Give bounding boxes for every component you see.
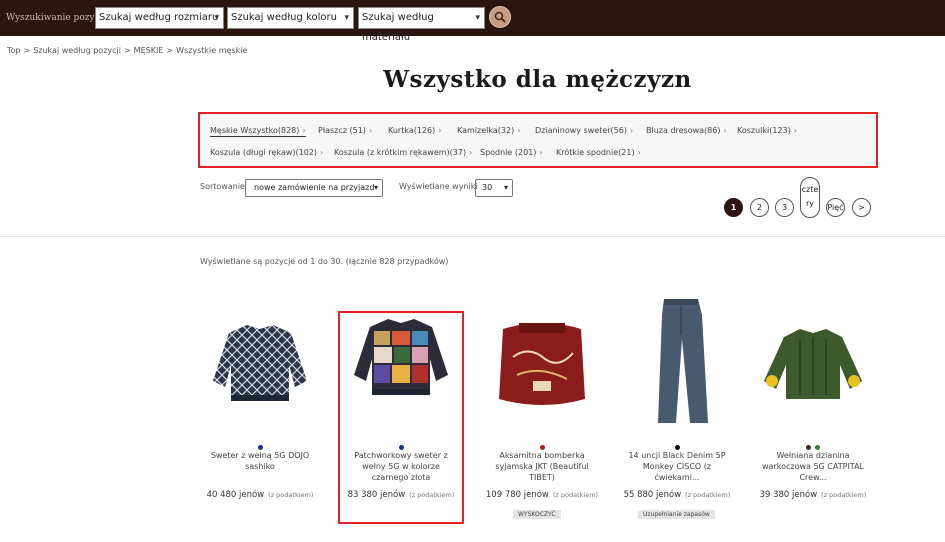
breadcrumb: Top > Szukaj według pozycji > MĘSKIE > Wszystk… [7, 46, 250, 55]
chevron-right-icon: › [469, 148, 473, 157]
product-image[interactable] [760, 295, 866, 427]
chevron-right-icon: › [629, 126, 634, 135]
page-title: Wszystko dla mężczyzn [383, 66, 692, 93]
search-icon [494, 11, 506, 23]
product-card[interactable]: Aksamitna bomberka syjamska JKT (Beautif… [479, 290, 605, 520]
chevron-right-icon: › [368, 126, 373, 135]
product-card[interactable]: Wełniana dzianina warkoczowa 5G CATPITAL… [750, 290, 876, 520]
breadcrumb-separator: > [166, 46, 174, 55]
per-page-select[interactable]: 30 ▾ [475, 179, 513, 197]
category-jacket[interactable]: Kurtka(126) › [388, 126, 441, 135]
category-tshirts[interactable]: Koszulki(123) › [737, 126, 797, 135]
page-2-button[interactable]: 2 [750, 198, 769, 217]
chevron-down-icon: ▾ [503, 183, 508, 192]
sort-label: Sortowanie [200, 182, 245, 191]
product-badge: WYSKOCZYĆ [513, 510, 561, 519]
product-price: 40 480 jenów (z podatkiem) [206, 490, 314, 500]
breadcrumb-separator: > [123, 46, 131, 55]
page-5-button[interactable]: Pięć [826, 198, 845, 217]
search-bar-label: Wyszukiwanie pozycji [6, 13, 106, 23]
chevron-right-icon: › [637, 148, 641, 157]
product-card[interactable]: 14 uncji Black Denim 5P Monkey CISCO (z … [614, 290, 740, 520]
category-shirt-short-sleeve[interactable]: Koszula (z krótkim rękawem)(37) › [334, 148, 472, 157]
highlight-frame [338, 311, 464, 524]
chevron-down-icon: ▾ [344, 13, 349, 23]
breadcrumb-search-by-item[interactable]: Szukaj według pozycji [33, 46, 121, 55]
product-name[interactable]: 14 uncji Black Denim 5P Monkey CISCO (z … [622, 450, 732, 483]
page-1-button[interactable]: 1 [724, 198, 743, 217]
next-page-button[interactable]: > [852, 198, 871, 217]
product-card[interactable]: Sweter z wełną 5G DOJO sashiko 40 480 je… [197, 290, 323, 520]
breadcrumb-top[interactable]: Top [7, 46, 21, 55]
category-filter-box: Męskie Wszystko(828) › Płaszcz (51) › Kurt… [198, 112, 878, 168]
chevron-right-icon: › [723, 126, 727, 135]
breadcrumb-separator: > [23, 46, 31, 55]
size-select[interactable]: Szukaj według rozmiaru ▾ [95, 7, 224, 29]
chevron-right-icon: › [320, 148, 324, 157]
divider [0, 236, 945, 237]
page-3-button[interactable]: 3 [775, 198, 794, 217]
chevron-down-icon: ▾ [214, 13, 219, 23]
chevron-right-icon: › [438, 126, 442, 135]
product-image[interactable] [624, 295, 730, 427]
per-page-label: Wyświetlane wyniki [399, 182, 478, 191]
category-knit-sweater[interactable]: Dzianinowy sweter(56) › [535, 126, 633, 135]
category-coat[interactable]: Płaszcz (51) › [318, 126, 372, 135]
product-image[interactable] [489, 295, 595, 427]
product-name[interactable]: Aksamitna bomberka syjamska JKT (Beautif… [487, 450, 597, 483]
product-price: 109 780 jenów (z podatkiem) [485, 490, 599, 500]
product-badge: Uzupełnianie zapasów [638, 510, 715, 519]
chevron-down-icon: ▾ [373, 183, 378, 192]
sort-select[interactable]: nowe zamówienie na przyjazd ▾ [245, 179, 383, 197]
category-shirt-long-sleeve[interactable]: Koszula (długi rękaw)(102) › [210, 148, 323, 157]
page-4-button[interactable]: czte ry [800, 177, 820, 218]
product-name[interactable]: Wełniana dzianina warkoczowa 5G CATPITAL… [758, 450, 868, 483]
category-pants[interactable]: Spodnie (201) › [480, 148, 543, 157]
chevron-right-icon: › [793, 126, 797, 135]
breadcrumb-mens[interactable]: MĘSKIE [134, 46, 164, 55]
color-select[interactable]: Szukaj według koloru ▾ [227, 7, 354, 29]
chevron-right-icon: › [302, 126, 306, 135]
product-price: 55 880 jenów (z podatkiem) [623, 490, 731, 500]
result-count: Wyświetlane są pozycje od 1 do 30. (łącz… [200, 257, 449, 266]
product-name[interactable]: Sweter z wełną 5G DOJO sashiko [205, 450, 315, 472]
category-all-mens[interactable]: Męskie Wszystko(828) › [210, 126, 306, 137]
category-shorts[interactable]: Krótkie spodnie(21) › [556, 148, 641, 157]
category-vest[interactable]: Kamizelka(32) › [457, 126, 520, 135]
top-search-bar: Wyszukiwanie pozycji Szukaj według rozmi… [0, 0, 945, 43]
chevron-down-icon: ▾ [475, 13, 480, 23]
category-sweatshirt[interactable]: Bluza dresowa(86) › [646, 126, 727, 135]
chevron-right-icon: › [539, 148, 543, 157]
material-select[interactable]: Szukaj według materiału ▾ [358, 7, 485, 43]
product-price: 39 380 jenów (z podatkiem) [759, 490, 867, 500]
product-image[interactable] [207, 295, 313, 427]
search-button[interactable] [489, 6, 511, 28]
breadcrumb-current: Wszystkie męskie [176, 46, 248, 55]
chevron-right-icon: › [517, 126, 521, 135]
